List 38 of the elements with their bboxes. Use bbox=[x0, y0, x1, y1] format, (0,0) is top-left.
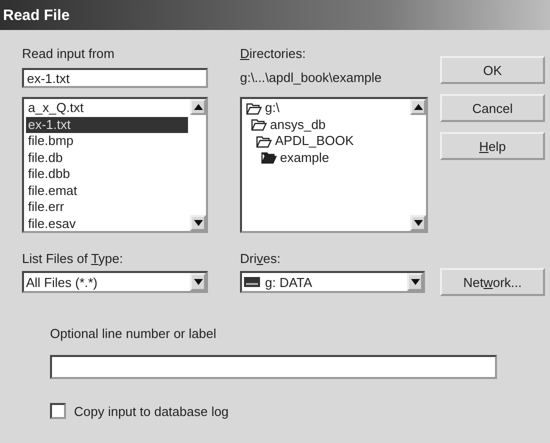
field-label: List Files of Type: bbox=[22, 251, 124, 268]
file-item[interactable]: file.emat bbox=[26, 182, 188, 199]
dialog-button[interactable]: Cancel bbox=[440, 94, 545, 122]
drive-icon bbox=[244, 277, 260, 287]
scroll-up-button[interactable] bbox=[190, 99, 206, 115]
dialog-button[interactable]: OK bbox=[440, 56, 545, 84]
up-arrow-icon bbox=[194, 104, 202, 110]
checkbox[interactable] bbox=[50, 403, 66, 419]
scroll-down-button[interactable] bbox=[410, 215, 426, 231]
field-label: Optional line number or label bbox=[50, 326, 218, 343]
file-item[interactable]: file.esav bbox=[26, 216, 188, 231]
folder-item[interactable]: ansys_db bbox=[270, 116, 326, 133]
file-item[interactable]: file.dbb bbox=[26, 166, 188, 182]
folder-item[interactable]: g:\ bbox=[265, 100, 280, 116]
line-label-field[interactable] bbox=[50, 355, 497, 379]
folder-item[interactable]: APDL_BOOK bbox=[275, 133, 354, 150]
file-item[interactable]: file.bmp bbox=[26, 133, 188, 150]
window-title: Read File bbox=[0, 0, 550, 30]
directory-path: g:\...\apdl_book\example bbox=[240, 70, 383, 87]
file-item[interactable]: a_x_Q.txt bbox=[26, 100, 188, 116]
up-arrow-icon bbox=[414, 104, 422, 110]
network-button[interactable]: Network... bbox=[440, 268, 545, 296]
field-label: Drives: bbox=[240, 251, 282, 268]
drive-dropdown[interactable]: g: DATA bbox=[240, 271, 425, 293]
checkbox-label: Copy input to database log bbox=[74, 404, 229, 418]
filename-field[interactable]: ex-1.txt bbox=[22, 68, 208, 88]
field-label: Directories: bbox=[240, 46, 307, 63]
folder-item[interactable]: example bbox=[280, 150, 330, 166]
scroll-down-button[interactable] bbox=[190, 215, 206, 231]
file-type-dropdown[interactable]: All Files (*.*) bbox=[22, 271, 208, 293]
down-arrow-icon bbox=[414, 220, 422, 226]
scroll-up-button[interactable] bbox=[410, 99, 426, 115]
dialog-button[interactable]: Help bbox=[440, 132, 545, 160]
field-label: Read input from bbox=[22, 46, 116, 63]
file-item[interactable]: file.db bbox=[26, 150, 188, 166]
file-item[interactable]: ex-1.txt bbox=[26, 116, 188, 133]
down-arrow-icon bbox=[194, 220, 202, 226]
file-item[interactable]: file.err bbox=[26, 199, 188, 216]
